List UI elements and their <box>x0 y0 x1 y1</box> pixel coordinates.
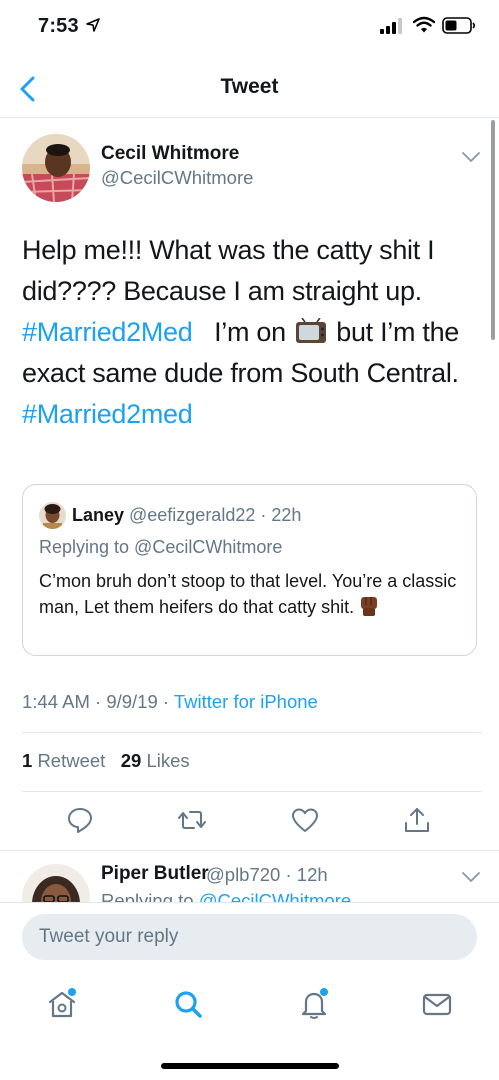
hashtag-link[interactable]: #Married2Med <box>22 317 193 347</box>
divider <box>0 850 499 851</box>
tweet-source-link[interactable]: Twitter for iPhone <box>174 691 318 712</box>
reply-author-name[interactable]: Piper Butler <box>101 863 209 885</box>
tweet-stats: 1 Retweet 29 Likes <box>22 750 190 772</box>
action-bar <box>0 806 499 836</box>
page-title: Tweet <box>220 75 279 98</box>
home-icon[interactable] <box>45 987 79 1021</box>
like-icon[interactable] <box>291 806 319 834</box>
retweet-icon[interactable] <box>178 806 206 834</box>
author-handle[interactable]: @CecilCWhitmore <box>101 167 253 189</box>
tweet-text-fragment: I’m on <box>214 317 286 347</box>
tweet-text-fragment: but I’m the <box>336 317 459 347</box>
hashtag-link[interactable]: #Married2med <box>22 394 482 435</box>
chevron-down-icon[interactable] <box>460 150 482 164</box>
notifications-icon[interactable] <box>297 987 331 1021</box>
share-icon[interactable] <box>403 806 431 834</box>
quoted-avatar <box>39 502 66 529</box>
author-name[interactable]: Cecil Whitmore <box>101 143 239 165</box>
tweet-line: did???? Because I am straight up. <box>22 276 422 306</box>
quoted-author-name: Laney <box>72 505 125 525</box>
status-time: 7:53 <box>38 15 79 37</box>
likes-stat[interactable]: 29 Likes <box>121 750 190 771</box>
quoted-replying-to: Replying to @CecilCWhitmore <box>39 537 283 557</box>
tweet-line: Help me!!! What was the catty shit I <box>22 235 435 265</box>
status-bar: 7:53 <box>0 0 499 54</box>
battery-icon <box>442 17 476 34</box>
reply-author-meta: @plb720 · 12h <box>206 864 328 885</box>
tv-emoji-icon <box>296 318 327 343</box>
nav-bar: Tweet <box>0 60 499 118</box>
tweet-text: Help me!!! What was the catty shit I did… <box>22 230 482 435</box>
reply-icon[interactable] <box>66 806 94 834</box>
retweets-stat[interactable]: 1 Retweet <box>22 750 105 771</box>
divider <box>22 732 482 733</box>
cellular-signal-icon <box>380 18 402 34</box>
author-avatar[interactable] <box>22 134 90 202</box>
reply-input[interactable] <box>22 914 477 960</box>
quoted-author-meta: @eefizgerald22 · 22h <box>129 505 302 525</box>
tweet-line: #Married2Med I’m on but I’m the <box>22 312 482 353</box>
search-icon[interactable] <box>171 987 205 1021</box>
raised-fist-emoji-icon <box>361 597 378 616</box>
tweet-timestamp: 1:44 AM · 9/9/19 · Twitter for iPhone <box>22 691 318 712</box>
home-indicator <box>161 1063 339 1069</box>
messages-icon[interactable] <box>420 987 454 1021</box>
divider <box>22 791 482 792</box>
wifi-icon <box>413 16 435 33</box>
quoted-tweet-text: C’mon bruh don’t stoop to that level. Yo… <box>39 571 457 617</box>
tweet-line: exact same dude from South Central. <box>22 358 459 388</box>
scrollbar[interactable] <box>491 120 495 340</box>
quoted-tweet-card[interactable]: Laney @eefizgerald22 · 22h Replying to @… <box>22 484 477 656</box>
location-arrow-icon <box>86 18 100 32</box>
chevron-down-icon[interactable] <box>460 870 482 884</box>
bottom-bar <box>0 902 499 1080</box>
